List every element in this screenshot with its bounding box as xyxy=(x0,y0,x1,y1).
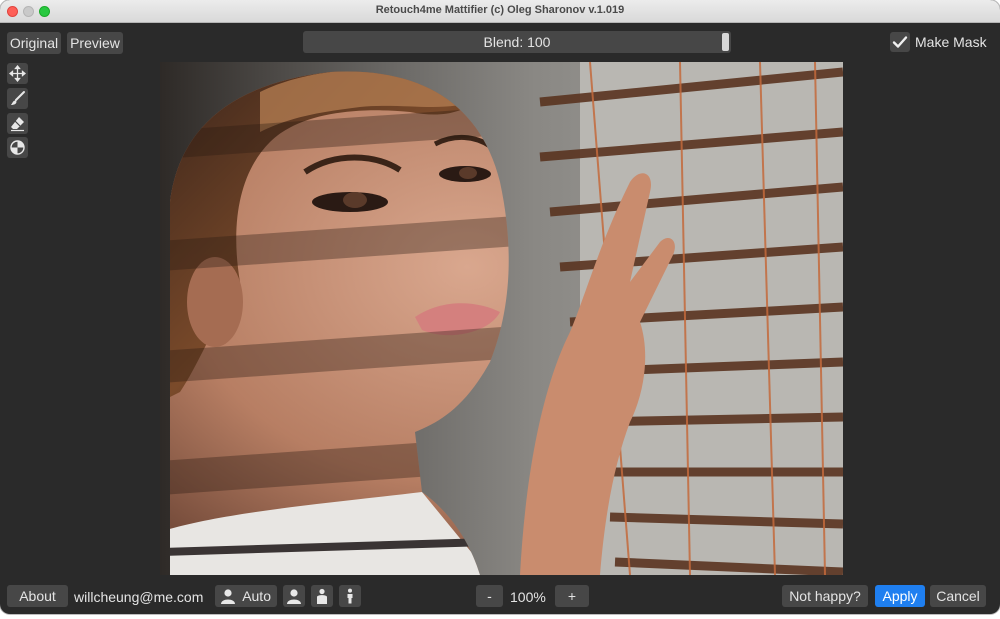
face-icon xyxy=(287,589,301,604)
make-mask-checkbox[interactable] xyxy=(890,32,910,52)
half-body-mode-button[interactable] xyxy=(311,585,333,607)
preview-button[interactable]: Preview xyxy=(67,32,123,54)
make-mask-label: Make Mask xyxy=(915,34,987,50)
move-tool-button[interactable] xyxy=(7,63,28,84)
eraser-tool-button[interactable] xyxy=(7,113,28,134)
zoom-in-button[interactable]: + xyxy=(555,585,589,607)
photo-canvas[interactable] xyxy=(160,62,843,575)
full-body-mode-button[interactable] xyxy=(339,585,361,607)
face-mode-button[interactable] xyxy=(283,585,305,607)
window-title: Retouch4me Mattifier (c) Oleg Sharonov v… xyxy=(375,4,625,16)
auto-label: Auto xyxy=(242,588,271,604)
zoom-level: 100% xyxy=(510,589,546,605)
checkmark-icon xyxy=(892,36,908,48)
auto-button[interactable]: Auto xyxy=(215,585,277,607)
not-happy-button[interactable]: Not happy? xyxy=(782,585,868,607)
apply-button[interactable]: Apply xyxy=(875,585,925,607)
half-body-icon xyxy=(317,588,327,604)
full-body-icon xyxy=(347,588,353,604)
blend-label: Blend: 100 xyxy=(483,34,551,50)
cancel-button[interactable]: Cancel xyxy=(930,585,986,607)
zoom-out-button[interactable]: - xyxy=(476,585,503,607)
user-email: willcheung@me.com xyxy=(74,589,204,605)
blend-slider-handle[interactable] xyxy=(722,33,729,51)
brush-icon xyxy=(11,91,25,105)
brush-tool-button[interactable] xyxy=(7,88,28,109)
fill-tool-button[interactable] xyxy=(7,137,28,158)
face-auto-icon xyxy=(221,589,235,604)
title-bar: Retouch4me Mattifier (c) Oleg Sharonov v… xyxy=(0,0,1000,23)
about-button[interactable]: About xyxy=(7,585,68,607)
move-icon xyxy=(9,65,26,82)
fill-icon xyxy=(10,140,25,155)
blend-slider[interactable]: Blend: 100 xyxy=(303,31,731,53)
eraser-icon xyxy=(11,117,24,132)
original-button[interactable]: Original xyxy=(7,32,61,54)
app-window: Retouch4me Mattifier (c) Oleg Sharonov v… xyxy=(0,0,1000,614)
